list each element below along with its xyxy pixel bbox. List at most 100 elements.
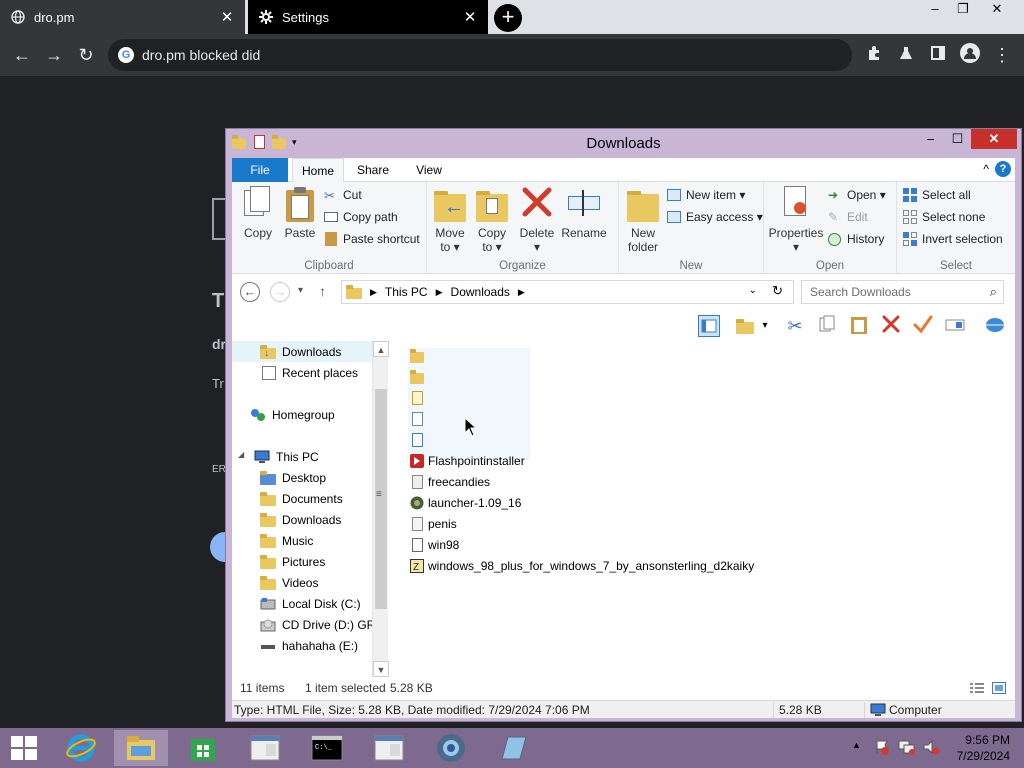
nav-item-recent-places[interactable]: Recent places bbox=[260, 362, 358, 383]
store-icon[interactable] bbox=[176, 730, 230, 766]
delete-x-icon[interactable] bbox=[880, 315, 902, 337]
breadcrumb-downloads[interactable]: Downloads bbox=[451, 285, 510, 299]
details-view-icon[interactable] bbox=[970, 682, 984, 697]
close-icon[interactable]: ✕ bbox=[219, 8, 235, 26]
back-icon[interactable]: ← bbox=[240, 282, 260, 302]
internet-globe-icon[interactable] bbox=[984, 315, 1006, 337]
tab-view[interactable]: View bbox=[404, 158, 454, 182]
paste-button[interactable]: Paste bbox=[282, 186, 318, 240]
list-item[interactable]: Zwindows_98_plus_for_windows_7_by_ansons… bbox=[410, 555, 754, 576]
nav-item-desktop[interactable]: Desktop bbox=[260, 467, 326, 488]
list-item[interactable]: penis bbox=[410, 513, 457, 534]
select-all-button[interactable]: Select all bbox=[903, 188, 971, 202]
page-button-edge[interactable] bbox=[210, 532, 226, 562]
profile-avatar-icon[interactable] bbox=[958, 43, 982, 67]
reload-icon[interactable]: ↻ bbox=[74, 43, 98, 67]
chevron-down-icon[interactable]: ▾ bbox=[754, 315, 776, 337]
nav-item-videos[interactable]: Videos bbox=[260, 572, 318, 593]
tab-dro-pm[interactable]: dro.pm ✕ bbox=[0, 0, 245, 34]
close-button[interactable]: ✕ bbox=[971, 129, 1017, 149]
clipboard-paste-icon[interactable] bbox=[848, 315, 870, 337]
select-none-button[interactable]: Select none bbox=[903, 210, 985, 224]
scissors-icon[interactable]: ✂ bbox=[784, 315, 806, 337]
refresh-icon[interactable]: ↻ bbox=[772, 283, 783, 299]
move-to-button[interactable]: ← Move to ▾ bbox=[431, 186, 469, 254]
chevron-up-icon[interactable]: ^ bbox=[983, 162, 989, 176]
start-windows-icon[interactable] bbox=[0, 730, 48, 766]
large-icons-view-icon[interactable] bbox=[992, 682, 1006, 697]
extensions-icon[interactable] bbox=[862, 43, 886, 67]
easy-access-button[interactable]: Easy access ▾ bbox=[667, 210, 763, 224]
nav-item-this-pc[interactable]: ◢ This PC bbox=[238, 446, 319, 467]
properties-button[interactable]: Properties ▾ bbox=[768, 186, 824, 254]
new-item-button[interactable]: New item ▾ bbox=[667, 188, 745, 202]
back-icon[interactable]: ← bbox=[10, 43, 34, 67]
copy-path-button[interactable]: Copy path bbox=[324, 210, 398, 224]
checkmark-icon[interactable] bbox=[912, 315, 934, 337]
invert-selection-button[interactable]: Invert selection bbox=[903, 232, 1003, 246]
tab-settings[interactable]: Settings ✕ bbox=[248, 0, 488, 34]
history-button[interactable]: History bbox=[828, 232, 884, 246]
browser-chrome-icon[interactable] bbox=[424, 730, 478, 766]
restore-button[interactable]: ❐ bbox=[948, 0, 978, 20]
rename-button[interactable]: Rename bbox=[561, 186, 607, 240]
window-app-icon[interactable] bbox=[238, 730, 292, 766]
open-button[interactable]: ➔ Open ▾ bbox=[828, 188, 886, 202]
up-arrow-icon[interactable]: ↑ bbox=[319, 283, 326, 299]
nav-item-downloads[interactable]: ↓ Downloads bbox=[232, 341, 372, 362]
list-item[interactable] bbox=[410, 408, 428, 429]
internet-explorer-icon[interactable] bbox=[54, 730, 108, 766]
notepad-app-icon[interactable] bbox=[486, 730, 540, 766]
list-item[interactable]: Flashpointinstaller bbox=[410, 450, 525, 471]
cut-button[interactable]: ✂ Cut bbox=[324, 188, 362, 203]
close-icon[interactable]: ✕ bbox=[462, 8, 478, 26]
nav-item-cd-drive[interactable]: CD Drive (D:) GRM bbox=[260, 614, 385, 635]
action-center-flag-icon[interactable] bbox=[874, 739, 890, 758]
paste-shortcut-button[interactable]: Paste shortcut bbox=[324, 232, 420, 246]
help-icon[interactable]: ? bbox=[995, 161, 1011, 177]
nav-item-homegroup[interactable]: Homegroup bbox=[250, 404, 335, 425]
nav-item-documents[interactable]: Documents bbox=[260, 488, 343, 509]
forward-icon[interactable]: → bbox=[270, 282, 290, 302]
folder-options-icon[interactable] bbox=[734, 315, 756, 337]
tab-file[interactable]: File bbox=[232, 158, 288, 182]
minimize-button[interactable]: – bbox=[920, 0, 950, 20]
copy-button[interactable]: Copy bbox=[240, 186, 276, 240]
nav-scrollbar[interactable]: ▲ ≡ ▼ bbox=[372, 341, 389, 677]
tab-share[interactable]: Share bbox=[348, 158, 398, 182]
copy-to-button[interactable]: Copy to ▾ bbox=[473, 186, 511, 254]
recent-locations-icon[interactable]: ▾ bbox=[298, 285, 303, 296]
edit-button[interactable]: ✎ Edit bbox=[828, 210, 868, 224]
chevron-down-icon[interactable]: ⌄ bbox=[749, 285, 757, 296]
list-item[interactable] bbox=[410, 429, 428, 450]
preview-pane-icon[interactable] bbox=[698, 315, 720, 337]
system-clock[interactable]: 9:56 PM 7/29/2024 bbox=[950, 732, 1010, 764]
chevron-up-icon[interactable]: ▲ bbox=[373, 341, 389, 357]
nav-item-music[interactable]: Music bbox=[260, 530, 313, 551]
minimize-button[interactable]: – bbox=[917, 129, 944, 149]
tab-home[interactable]: Home bbox=[292, 158, 344, 182]
command-prompt-icon[interactable]: C:\_ bbox=[300, 730, 354, 766]
copy-icon[interactable] bbox=[816, 315, 838, 337]
list-item[interactable]: win98 bbox=[410, 534, 459, 555]
list-item[interactable] bbox=[410, 345, 428, 366]
nav-item-local-disk[interactable]: Local Disk (C:) bbox=[260, 593, 361, 614]
window-app-icon[interactable] bbox=[362, 730, 416, 766]
list-item[interactable] bbox=[410, 366, 428, 387]
lab-flask-icon[interactable] bbox=[894, 43, 918, 67]
list-item[interactable] bbox=[410, 387, 428, 408]
new-folder-button[interactable]: New folder bbox=[625, 186, 661, 254]
address-bar[interactable]: G dro.pm blocked did bbox=[108, 39, 852, 71]
nav-item-downloads-pc[interactable]: Downloads bbox=[260, 509, 341, 530]
maximize-button[interactable]: ☐ bbox=[944, 129, 971, 149]
chevron-up-icon[interactable]: ▲ bbox=[852, 740, 861, 750]
breadcrumb-this-pc[interactable]: This PC bbox=[385, 285, 428, 299]
side-panel-icon[interactable] bbox=[926, 43, 950, 67]
search-input[interactable]: Search Downloads ⌕ bbox=[801, 280, 1004, 304]
explorer-address-bar[interactable]: ▶ This PC ▶ Downloads ▶ ⌄ ↻ bbox=[341, 280, 794, 304]
file-explorer-icon[interactable] bbox=[114, 730, 168, 766]
volume-muted-icon[interactable] bbox=[922, 739, 940, 758]
rename-icon[interactable] bbox=[944, 315, 966, 337]
close-button[interactable]: ✕ bbox=[982, 0, 1012, 20]
network-icon[interactable] bbox=[898, 739, 916, 758]
